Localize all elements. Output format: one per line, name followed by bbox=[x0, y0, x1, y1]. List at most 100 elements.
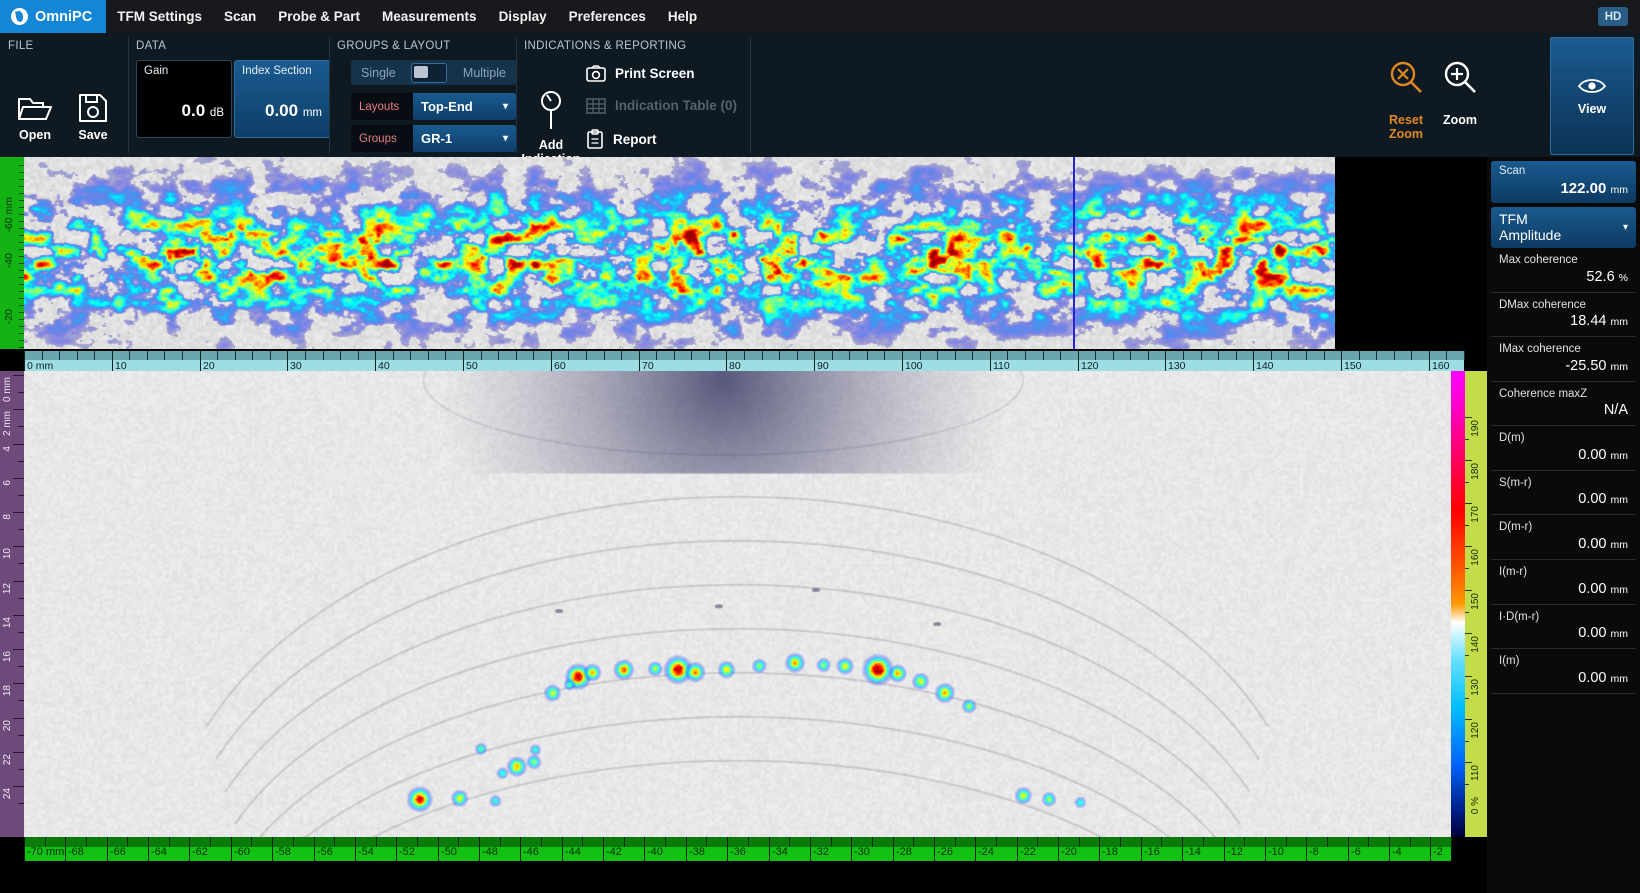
report-button[interactable]: Report bbox=[586, 129, 657, 149]
view-button[interactable]: View bbox=[1550, 37, 1634, 155]
ruler-label: -42 bbox=[603, 846, 622, 858]
ruler-tick bbox=[13, 444, 24, 445]
ruler-tick bbox=[1148, 351, 1149, 360]
reading-caption: Max coherence bbox=[1499, 254, 1628, 268]
ruler-label: -20 bbox=[3, 309, 15, 324]
ruler-tick bbox=[1410, 837, 1411, 847]
ruler-tick bbox=[182, 351, 183, 360]
app-brand[interactable]: OmniPC bbox=[0, 0, 106, 33]
colorbar-tick-minor bbox=[1465, 784, 1469, 785]
ruler-tick bbox=[1286, 837, 1287, 847]
colorbar-label: 190 bbox=[1470, 420, 1481, 437]
ruler-tick bbox=[516, 351, 517, 360]
index-section-value: 0.00 bbox=[265, 101, 298, 120]
ruler-tick bbox=[376, 837, 377, 847]
ruler-tick bbox=[1376, 351, 1377, 360]
colorbar-tick-minor bbox=[1465, 568, 1469, 569]
open-button[interactable]: Open bbox=[3, 93, 67, 142]
reading-item: D(m)0.00 mm bbox=[1491, 426, 1636, 471]
ruler-tick bbox=[1327, 837, 1328, 847]
colorbar-tick bbox=[1465, 633, 1472, 634]
colorbar-label: 110 bbox=[1470, 765, 1481, 781]
ruler-tick bbox=[748, 837, 749, 847]
top-scan-view[interactable] bbox=[24, 157, 1335, 349]
layouts-value: Top-End bbox=[421, 99, 473, 114]
ruler-tick bbox=[872, 837, 873, 847]
ruler-label: -20 bbox=[1058, 846, 1077, 858]
colorbar-tick-minor bbox=[1465, 698, 1469, 699]
menu-item-tfm-settings[interactable]: TFM Settings bbox=[106, 0, 213, 33]
zoom-button[interactable]: Zoom bbox=[1428, 59, 1492, 127]
ruler-tick bbox=[417, 837, 418, 847]
ruler-label: -26 bbox=[934, 846, 953, 858]
menu-item-scan[interactable]: Scan bbox=[213, 0, 267, 33]
ruler-tick bbox=[13, 615, 24, 616]
ruler-label: -50 bbox=[438, 846, 457, 858]
reading-value: 0.00 mm bbox=[1499, 625, 1628, 641]
menu-item-preferences[interactable]: Preferences bbox=[558, 0, 657, 33]
reading-value: 0.00 mm bbox=[1499, 670, 1628, 686]
colorbar-bottom-label: 0 % bbox=[1470, 797, 1481, 814]
reading-item: S(m-r)0.00 mm bbox=[1491, 471, 1636, 516]
layouts-label: Layouts bbox=[351, 93, 413, 120]
reading-item: Coherence maxZN/A bbox=[1491, 382, 1636, 427]
indication-table-button[interactable]: Indication Table (0) bbox=[586, 97, 737, 114]
ruler-label: -64 bbox=[148, 846, 167, 858]
groups-select[interactable]: Groups GR-1▾ bbox=[351, 125, 516, 152]
view-label: View bbox=[1578, 102, 1606, 116]
ruler-label: -40 bbox=[644, 846, 663, 858]
ruler-tick bbox=[13, 375, 24, 376]
reading-caption: DMax coherence bbox=[1499, 299, 1628, 313]
ruler-tick bbox=[1218, 351, 1219, 360]
menu-item-probe-part[interactable]: Probe & Part bbox=[267, 0, 371, 33]
amplitude-scale-ruler: 1901801701601501401301201100 % bbox=[1465, 371, 1487, 837]
folder-open-icon bbox=[17, 93, 53, 123]
index-section-field[interactable]: Index Section 0.00 mm bbox=[234, 60, 330, 138]
ruler-tick bbox=[1161, 837, 1162, 847]
ruler-label: 24 bbox=[2, 788, 13, 799]
ruler-label: -24 bbox=[975, 846, 994, 858]
scan-position-field[interactable]: Scan 122.00 mm bbox=[1491, 161, 1636, 203]
ruler-tick bbox=[624, 837, 625, 847]
ruler-tick bbox=[1203, 837, 1204, 847]
menu-item-help[interactable]: Help bbox=[657, 0, 708, 33]
add-indication-button[interactable]: AddIndication bbox=[512, 89, 590, 166]
ruler-label: 4 bbox=[2, 446, 13, 452]
ruler-tick bbox=[77, 351, 78, 360]
zoom-label: Zoom bbox=[1443, 113, 1477, 127]
chevron-down-icon-3: ▾ bbox=[1623, 222, 1628, 233]
ruler-tick bbox=[305, 351, 306, 360]
reading-value: 0.00 mm bbox=[1499, 536, 1628, 552]
ruler-label: -60 mm bbox=[3, 197, 15, 233]
toggle-switch-icon[interactable] bbox=[411, 63, 447, 83]
menu-item-display[interactable]: Display bbox=[488, 0, 558, 33]
save-button[interactable]: Save bbox=[61, 93, 125, 142]
ribbon-group-file: FILE Open Save bbox=[0, 33, 128, 157]
tfm-end-view[interactable] bbox=[24, 371, 1451, 837]
ruler-tick bbox=[147, 351, 148, 360]
ruler-tick bbox=[972, 351, 973, 360]
brand-label: OmniPC bbox=[35, 9, 92, 25]
reading-caption: IMax coherence bbox=[1499, 343, 1628, 357]
ruler-tick bbox=[323, 351, 324, 360]
eye-icon bbox=[1577, 77, 1607, 95]
gain-field[interactable]: Gain 0.0 dB bbox=[136, 60, 232, 138]
tfm-mode-select[interactable]: TFMAmplitude ▾ bbox=[1491, 207, 1636, 248]
ruler-tick bbox=[13, 409, 24, 410]
reading-value: N/A bbox=[1499, 402, 1628, 418]
print-screen-button[interactable]: Print Screen bbox=[586, 65, 695, 82]
ruler-tick bbox=[428, 351, 429, 360]
ruler-label: -6 bbox=[1348, 846, 1361, 858]
ruler-tick bbox=[1007, 351, 1008, 360]
scan-cursor-line[interactable] bbox=[1073, 157, 1075, 349]
clipboard-icon bbox=[586, 129, 604, 149]
ruler-label: 0 mm bbox=[2, 377, 13, 402]
single-multiple-toggle[interactable]: Single Multiple bbox=[351, 60, 516, 85]
ruler-label: -30 bbox=[851, 846, 870, 858]
indication-pin-icon bbox=[538, 89, 564, 133]
layouts-select[interactable]: Layouts Top-End▾ bbox=[351, 93, 516, 120]
ruler-tick bbox=[334, 837, 335, 847]
ruler-tick bbox=[358, 351, 359, 360]
reading-caption: Coherence maxZ bbox=[1499, 388, 1628, 402]
menu-item-measurements[interactable]: Measurements bbox=[371, 0, 488, 33]
